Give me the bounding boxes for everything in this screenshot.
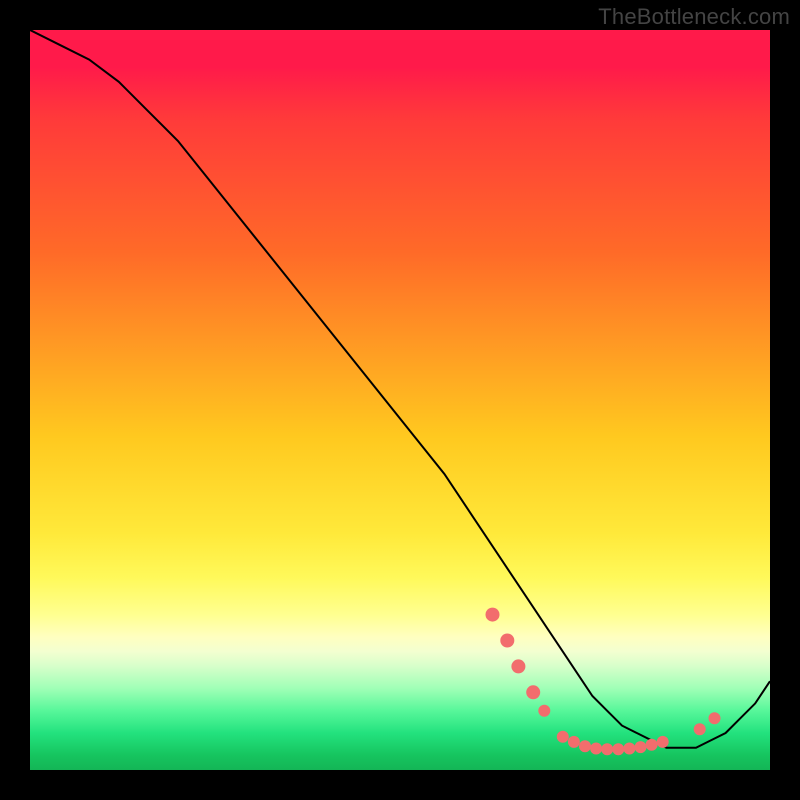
data-marker [709,712,721,724]
data-marker [646,739,658,751]
plot-area [30,30,770,770]
data-marker [623,743,635,755]
data-marker [635,741,647,753]
data-marker [579,740,591,752]
data-marker [526,685,540,699]
data-marker [657,736,669,748]
data-marker [590,743,602,755]
data-marker [511,659,525,673]
data-marker [500,634,514,648]
data-marker [538,705,550,717]
data-marker [486,608,500,622]
watermark-text: TheBottleneck.com [598,4,790,30]
data-marker [612,743,624,755]
data-marker [557,731,569,743]
bottleneck-curve-path [30,30,770,748]
markers-group [486,608,721,756]
curve-svg [30,30,770,770]
data-marker [601,743,613,755]
chart-frame: TheBottleneck.com [0,0,800,800]
data-marker [694,723,706,735]
data-marker [568,736,580,748]
